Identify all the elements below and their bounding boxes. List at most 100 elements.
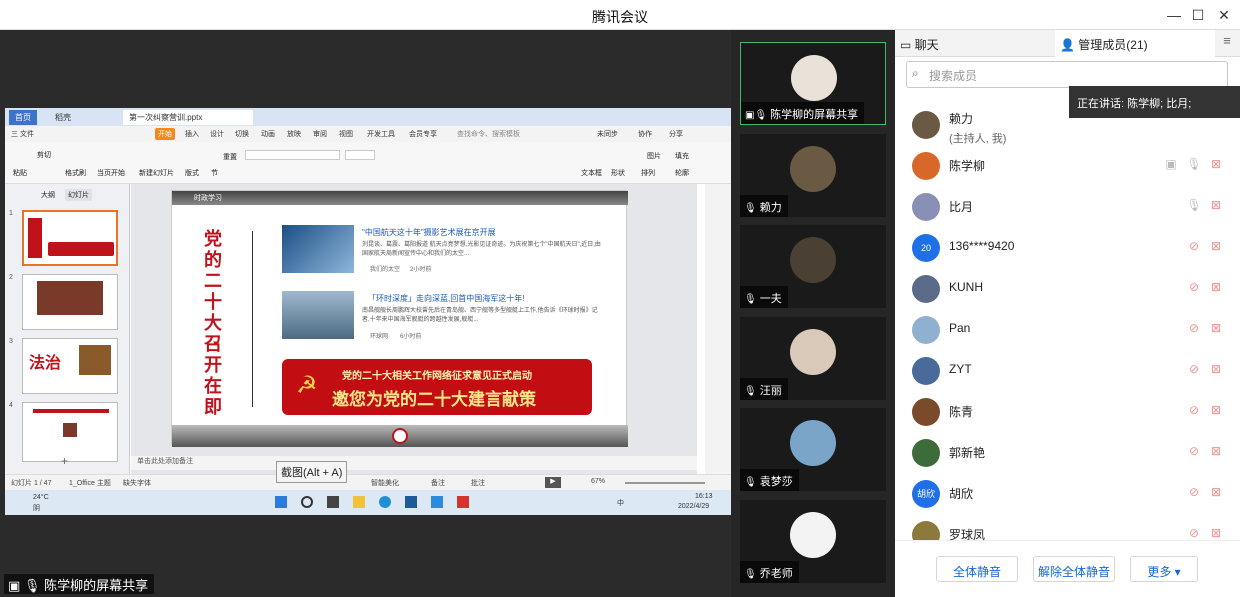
member-search-input[interactable]: 搜索成员 <box>906 61 1228 88</box>
meeting-app-icon[interactable] <box>431 496 443 508</box>
tool-outline[interactable]: 轮廓 <box>675 168 689 178</box>
mic-muted-icon[interactable]: ⊘ <box>1186 444 1202 458</box>
menu-animation[interactable]: 动画 <box>261 129 275 139</box>
tool-shape[interactable]: 形状 <box>611 168 625 178</box>
thumbnail-3[interactable]: 法治 <box>22 338 118 394</box>
tool-section[interactable]: 节 <box>211 168 218 178</box>
mic-muted-icon[interactable]: ⊘ <box>1186 362 1202 376</box>
status-notes[interactable]: 备注 <box>431 478 445 488</box>
menu-transition[interactable]: 切换 <box>235 129 249 139</box>
tab-chat[interactable]: ▭ 聊天 <box>900 30 939 57</box>
explorer-icon[interactable] <box>353 496 365 508</box>
camera-off-icon[interactable]: ⊠ <box>1208 444 1224 458</box>
mic-icon[interactable]: 🎙 <box>1186 157 1202 171</box>
tool-cut[interactable]: 剪切 <box>37 150 51 160</box>
member-row[interactable]: ZYT ⊘ ⊠ <box>895 350 1240 391</box>
thumbnail-1[interactable] <box>22 210 118 266</box>
video-tile[interactable]: ▣🎙 陈学柳的屏幕共享 <box>740 42 886 125</box>
tool-arrange[interactable]: 排列 <box>641 168 655 178</box>
member-row[interactable]: 20 136****9420 ⊘ ⊠ <box>895 227 1240 268</box>
member-row[interactable]: 陈学柳 ▣ 🎙 ⊠ <box>895 145 1240 186</box>
status-beautify[interactable]: 智能美化 <box>371 478 399 488</box>
status-font[interactable]: 缺失字体 <box>123 478 151 488</box>
camera-off-icon[interactable]: ⊠ <box>1208 198 1224 212</box>
tool-picture[interactable]: 图片 <box>647 151 661 161</box>
slide-canvas[interactable]: 时政学习 党的二十大召开在即 "中国航天这十年"摄影艺术展在京开展 刘昆谈、葛震… <box>171 190 628 447</box>
ppt-tab-docer[interactable]: 稻壳 <box>49 110 77 125</box>
camera-off-icon[interactable]: ⊠ <box>1208 280 1224 294</box>
member-row[interactable]: 赖力 (主持人, 我) <box>895 104 1240 145</box>
menu-insert[interactable]: 插入 <box>185 129 199 139</box>
tool-layout[interactable]: 版式 <box>185 168 199 178</box>
tool-play-current[interactable]: 当页开始 <box>97 168 125 178</box>
menu-review[interactable]: 审阅 <box>313 129 327 139</box>
mic-muted-icon[interactable]: ⊘ <box>1186 321 1202 335</box>
video-tile[interactable]: 🎙 一夫 <box>740 225 886 308</box>
ppt-tab-file[interactable]: 第一次纠察营训.pptx <box>123 110 253 125</box>
store-icon[interactable] <box>405 496 417 508</box>
unmute-all-button[interactable]: 解除全体静音 <box>1033 556 1115 582</box>
member-row[interactable]: 郭新艳 ⊘ ⊠ <box>895 432 1240 473</box>
tool-paste[interactable]: 粘贴 <box>13 168 27 178</box>
add-slide-icon[interactable]: + <box>61 454 68 468</box>
more-button[interactable]: 更多 ▾ <box>1130 556 1198 582</box>
menu-search[interactable]: 查找命令、搜索模板 <box>457 129 520 139</box>
tool-reset[interactable]: 重置 <box>223 152 237 162</box>
slide-notes[interactable]: 单击此处添加备注 <box>131 456 697 470</box>
menu-collab[interactable]: 协作 <box>638 129 652 139</box>
thumbnail-4[interactable] <box>22 402 118 462</box>
video-tile[interactable]: 🎙 乔老师 <box>740 500 886 583</box>
camera-off-icon[interactable]: ⊠ <box>1208 485 1224 499</box>
camera-off-icon[interactable]: ⊠ <box>1208 321 1224 335</box>
mic-muted-icon[interactable]: ⊘ <box>1186 485 1202 499</box>
menu-slideshow[interactable]: 放映 <box>287 129 301 139</box>
camera-off-icon[interactable]: ⊠ <box>1208 239 1224 253</box>
camera-off-icon[interactable]: ⊠ <box>1208 526 1224 540</box>
status-comments[interactable]: 批注 <box>471 478 485 488</box>
mic-muted-icon[interactable]: ⊘ <box>1186 239 1202 253</box>
tab-members[interactable]: 👤 管理成员(21) <box>1060 30 1148 57</box>
camera-off-icon[interactable]: ⊠ <box>1208 403 1224 417</box>
video-tile[interactable]: 🎙 汪丽 <box>740 317 886 400</box>
tool-format-painter[interactable]: 格式刷 <box>65 168 86 178</box>
ppt-tab-home[interactable]: 首页 <box>9 110 37 125</box>
member-row[interactable]: 陈青 ⊘ ⊠ <box>895 391 1240 432</box>
taskview-icon[interactable] <box>327 496 339 508</box>
thumbnail-2[interactable] <box>22 274 118 330</box>
font-select[interactable] <box>245 150 340 160</box>
menu-design[interactable]: 设计 <box>210 129 224 139</box>
mute-all-button[interactable]: 全体静音 <box>936 556 1018 582</box>
video-tile[interactable]: 🎙 袁梦莎 <box>740 408 886 491</box>
zoom-slider[interactable] <box>625 482 705 484</box>
edge-icon[interactable] <box>379 496 391 508</box>
member-row[interactable]: 胡欣 胡欣 ⊘ ⊠ <box>895 473 1240 514</box>
menu-unsynced[interactable]: 未同步 <box>597 129 618 139</box>
tool-fill[interactable]: 填充 <box>675 151 689 161</box>
mic-muted-icon[interactable]: ⊘ <box>1186 280 1202 294</box>
taskbar-ime[interactable]: 中 <box>617 498 624 508</box>
shared-presentation[interactable]: 首页 稻壳 第一次纠察营训.pptx 三 文件 开始 插入 设计 切换 动画 放… <box>5 108 731 515</box>
tool-new-slide[interactable]: 新建幻灯片 <box>139 168 174 178</box>
wps-icon[interactable] <box>457 496 469 508</box>
camera-off-icon[interactable]: ⊠ <box>1208 362 1224 376</box>
member-row[interactable]: KUNH ⊘ ⊠ <box>895 268 1240 309</box>
member-row[interactable]: 比月 🎙 ⊠ <box>895 186 1240 227</box>
mic-muted-icon[interactable]: ⊘ <box>1186 526 1202 540</box>
thumb-tab-outline[interactable]: 大纲 <box>41 190 55 200</box>
minimize-icon[interactable]: — <box>1165 6 1183 24</box>
member-row[interactable]: Pan ⊘ ⊠ <box>895 309 1240 350</box>
menu-member[interactable]: 会员专享 <box>409 129 437 139</box>
menu-file[interactable]: 三 文件 <box>11 129 34 139</box>
play-icon[interactable]: ▶ <box>545 477 561 488</box>
tool-textbox[interactable]: 文本框 <box>581 168 602 178</box>
menu-share[interactable]: 分享 <box>669 129 683 139</box>
search-icon[interactable] <box>301 496 313 508</box>
menu-view[interactable]: 视图 <box>339 129 353 139</box>
start-icon[interactable] <box>275 496 287 508</box>
thumb-tab-slides[interactable]: 幻灯片 <box>65 189 92 201</box>
close-icon[interactable]: ✕ <box>1215 6 1233 24</box>
video-tile[interactable]: 🎙 赖力 <box>740 134 886 217</box>
status-zoom[interactable]: 67% <box>591 478 605 485</box>
mic-icon[interactable]: 🎙 <box>1186 198 1202 212</box>
maximize-icon[interactable]: ☐ <box>1189 6 1207 24</box>
